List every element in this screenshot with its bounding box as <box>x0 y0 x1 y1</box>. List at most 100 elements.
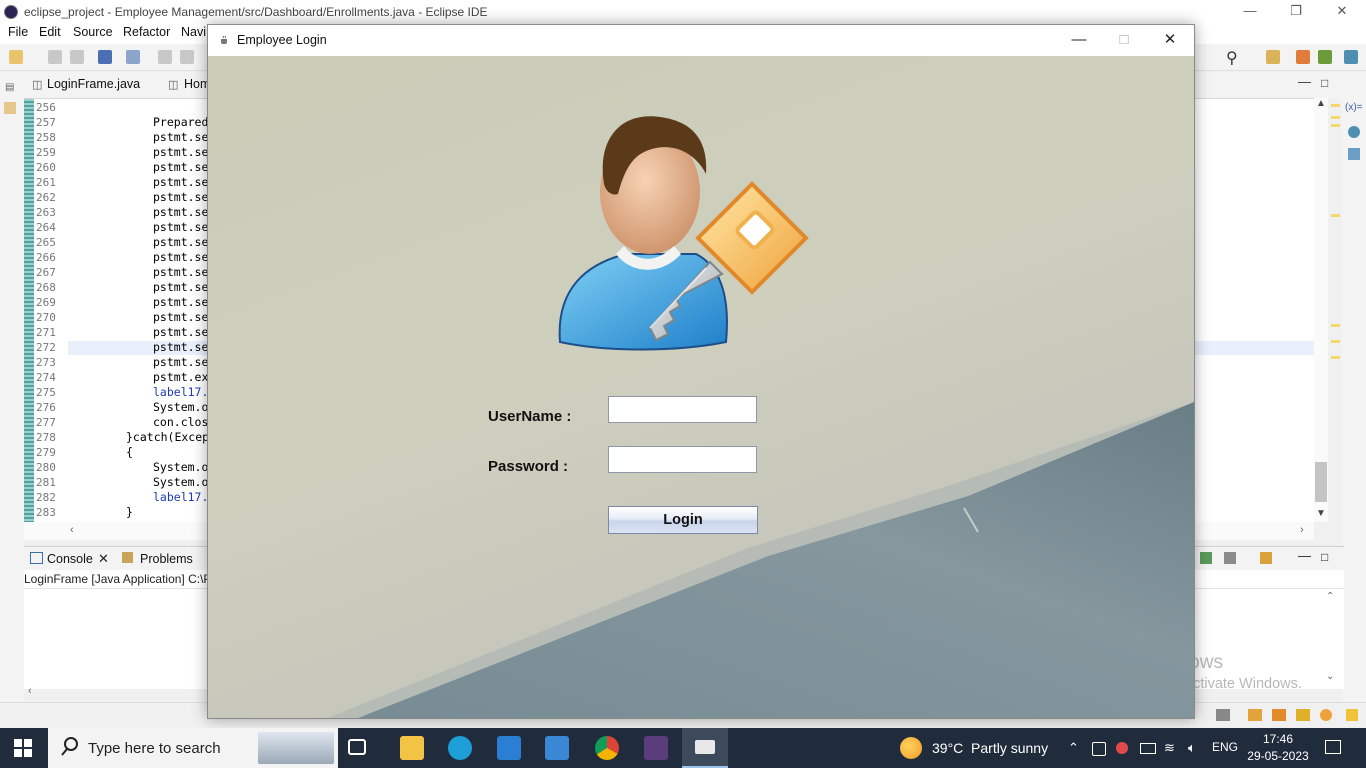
status-icon[interactable] <box>1320 709 1332 721</box>
editor-vertical-scrollbar[interactable]: ▲ ▼ <box>1314 98 1328 522</box>
language-indicator[interactable]: ENG <box>1212 740 1238 754</box>
expressions-icon[interactable] <box>1348 148 1360 160</box>
suspend-icon[interactable] <box>180 50 194 64</box>
weather-widget[interactable]: 39°C Partly sunny <box>898 736 1058 760</box>
line-number: 275 <box>36 386 56 399</box>
wifi-icon[interactable]: ≋ <box>1164 740 1175 756</box>
scroll-right-icon[interactable]: › <box>1300 524 1304 536</box>
terminal-icon[interactable] <box>98 50 112 64</box>
scroll-thumb[interactable] <box>1315 462 1327 502</box>
warning-marker[interactable] <box>1331 124 1340 127</box>
tips-icon[interactable] <box>1346 709 1358 721</box>
dialog-minimize-button[interactable]: — <box>1056 25 1102 56</box>
ide-close-button[interactable]: ✕ <box>1319 0 1365 24</box>
code-line: con.clos <box>153 415 209 429</box>
scroll-left-icon[interactable]: ‹ <box>70 524 74 536</box>
meet-now-icon[interactable] <box>1092 742 1106 756</box>
code-line: System.o <box>153 400 209 414</box>
minimize-console-icon[interactable]: — <box>1298 548 1311 563</box>
package-explorer-icon[interactable] <box>4 102 16 114</box>
save-icon[interactable] <box>48 50 62 64</box>
scroll-up-icon[interactable]: ▲ <box>1316 98 1326 109</box>
microsoft-store-icon[interactable] <box>545 736 569 760</box>
dialog-close-button[interactable]: ✕ <box>1147 25 1193 56</box>
line-number: 279 <box>36 446 56 459</box>
notification-icon[interactable] <box>1116 742 1128 754</box>
warning-marker[interactable] <box>1331 104 1340 107</box>
show-hidden-icons-icon[interactable]: ⌃ <box>1068 740 1079 756</box>
console-scroll-up-icon[interactable]: ⌃ <box>1326 591 1334 602</box>
new-icon[interactable] <box>9 50 23 64</box>
login-button[interactable]: Login <box>608 506 758 534</box>
clock-time[interactable]: 17:46 <box>1248 732 1308 746</box>
close-console-tab-icon[interactable]: ✕ <box>98 551 109 567</box>
search-icon[interactable]: ⚲ <box>1226 48 1238 68</box>
java-perspective-icon[interactable] <box>1318 50 1332 64</box>
task-view-icon[interactable] <box>348 739 366 755</box>
ide-minimize-button[interactable]: — <box>1227 0 1273 24</box>
display-console-icon[interactable] <box>1224 552 1236 564</box>
status-icon[interactable] <box>1296 709 1310 721</box>
search-icon <box>60 736 80 761</box>
status-icon[interactable] <box>1216 709 1230 721</box>
windows-start-icon[interactable] <box>14 739 32 760</box>
resume-icon[interactable] <box>158 50 172 64</box>
notifications-center-icon[interactable] <box>1325 740 1341 754</box>
ide-restore-button[interactable]: ❐ <box>1273 0 1319 24</box>
menu-navigate[interactable]: Navi <box>181 25 206 39</box>
console-scroll-down-icon[interactable]: ⌄ <box>1326 671 1334 682</box>
battery-icon[interactable] <box>1140 743 1156 754</box>
menu-edit[interactable]: Edit <box>39 25 61 39</box>
mail-icon[interactable] <box>497 736 521 760</box>
dialog-maximize-button[interactable]: □ <box>1101 25 1147 56</box>
variables-icon[interactable]: (x)= <box>1345 102 1363 113</box>
open-console-icon[interactable] <box>1260 552 1272 564</box>
line-number: 283 <box>36 506 56 519</box>
clock-date[interactable]: 29-05-2023 <box>1240 749 1316 763</box>
code-line: pstmt.se <box>153 160 209 174</box>
tab-console[interactable]: Console <box>47 552 93 566</box>
file-explorer-icon[interactable] <box>400 736 424 760</box>
code-line: pstmt.se <box>153 235 209 249</box>
restore-icon[interactable]: ▤ <box>5 82 14 93</box>
maximize-editor-icon[interactable]: □ <box>1321 76 1328 90</box>
breakpoints-icon[interactable] <box>1348 126 1360 138</box>
warning-marker[interactable] <box>1331 214 1340 217</box>
java-app-taskbar-button[interactable] <box>682 728 728 768</box>
console-scroll-left-icon[interactable]: ‹ <box>28 685 32 697</box>
volume-icon[interactable]: 🔈︎ <box>1188 740 1196 756</box>
open-perspective-icon[interactable] <box>1266 50 1280 64</box>
maximize-console-icon[interactable]: □ <box>1321 550 1328 564</box>
windows-taskbar: Type here to search 39°C Partly sunny ⌃ … <box>0 728 1366 768</box>
debug-perspective-icon[interactable] <box>1344 50 1358 64</box>
password-input[interactable] <box>608 446 757 473</box>
skip-breakpoints-icon[interactable] <box>126 50 140 64</box>
java-ee-perspective-icon[interactable] <box>1296 50 1310 64</box>
save-all-icon[interactable] <box>70 50 84 64</box>
username-input[interactable] <box>608 396 757 423</box>
tab-problems[interactable]: Problems <box>140 552 193 566</box>
line-number: 263 <box>36 206 56 219</box>
edge-icon[interactable] <box>448 736 472 760</box>
menu-file[interactable]: File <box>8 25 28 39</box>
warning-marker[interactable] <box>1331 324 1340 327</box>
dialog-title-bar[interactable]: Employee Login — □ ✕ <box>208 25 1194 56</box>
pin-console-icon[interactable] <box>1200 552 1212 564</box>
minimize-editor-icon[interactable]: — <box>1298 74 1311 89</box>
warning-marker[interactable] <box>1331 356 1340 359</box>
menu-source[interactable]: Source <box>73 25 113 39</box>
scroll-down-icon[interactable]: ▼ <box>1316 508 1326 519</box>
menu-refactor[interactable]: Refactor <box>123 25 170 39</box>
tab-loginframe[interactable]: LoginFrame.java <box>47 77 140 91</box>
warning-marker[interactable] <box>1331 340 1340 343</box>
chrome-icon[interactable] <box>595 736 619 760</box>
eclipse-logo-icon <box>4 5 18 19</box>
code-line: pstmt.se <box>153 220 209 234</box>
warning-marker[interactable] <box>1331 116 1340 119</box>
taskbar-search-box[interactable]: Type here to search <box>48 728 338 768</box>
code-line: pstmt.se <box>153 190 209 204</box>
status-icon[interactable] <box>1272 709 1286 721</box>
eclipse-icon[interactable] <box>644 736 668 760</box>
status-icon[interactable] <box>1248 709 1262 721</box>
code-line: pstmt.se <box>153 130 209 144</box>
